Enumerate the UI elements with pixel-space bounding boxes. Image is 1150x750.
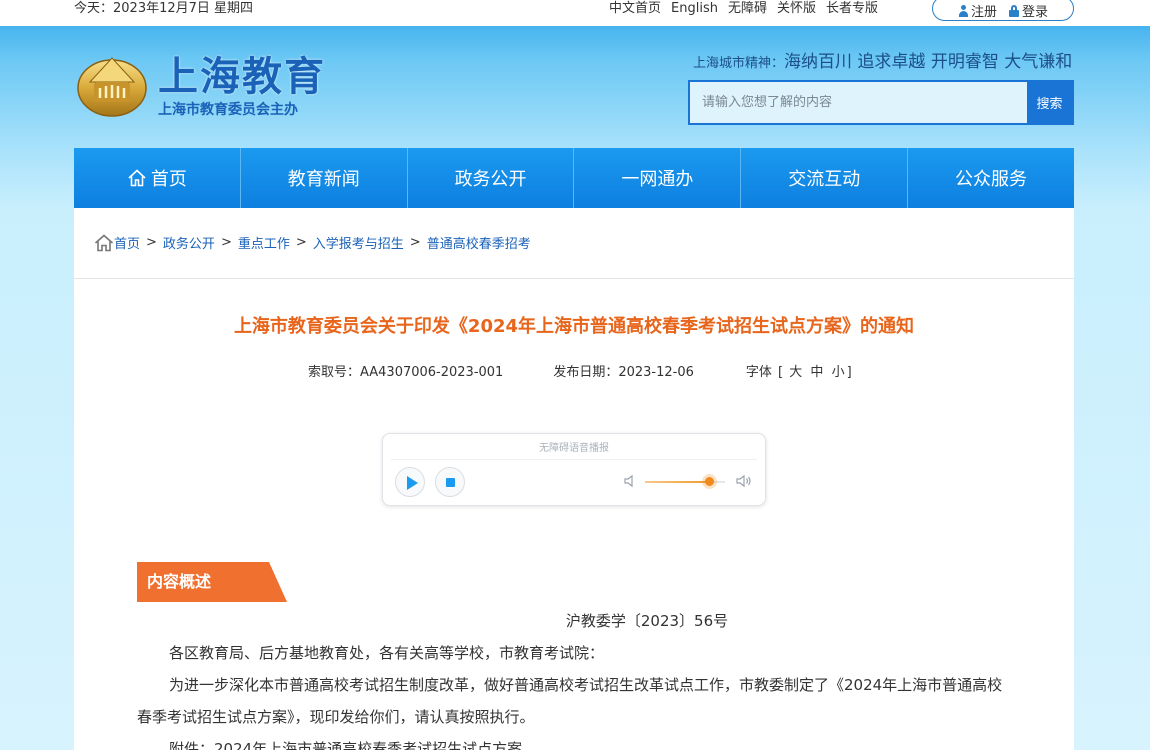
breadcrumb-spring-exam[interactable]: 普通高校春季招考 xyxy=(427,233,531,252)
article-meta: 索取号：AA4307006-2023-001 发布日期：2023-12-06 字… xyxy=(308,361,852,380)
search-input[interactable] xyxy=(690,82,1027,123)
link-elder-version[interactable]: 长者专版 xyxy=(826,0,878,18)
audio-player-caption: 无障碍语音播报 xyxy=(539,443,609,454)
content-panel: 首页 > 政务公开 > 重点工作 > 入学报考与招生 > 普通高校春季招考 上海… xyxy=(74,208,1074,750)
paragraph-body: 为进一步深化本市普通高校考试招生制度改革，做好普通高校考试招生改革试点工作，市教… xyxy=(137,676,1003,726)
site-logo-emblem-icon[interactable] xyxy=(76,52,148,118)
nav-home[interactable]: 首页 xyxy=(74,148,241,208)
section-tag-label: 内容概述 xyxy=(147,572,212,591)
breadcrumb-separator: > xyxy=(220,235,232,250)
breadcrumb: 首页 > 政务公开 > 重点工作 > 入学报考与招生 > 普通高校春季招考 xyxy=(94,233,531,252)
register-link[interactable]: 注册 xyxy=(958,0,997,20)
register-label: 注册 xyxy=(970,5,997,20)
breadcrumb-admissions[interactable]: 入学报考与招生 xyxy=(313,233,404,252)
city-spirit-label: 上海城市精神： xyxy=(693,56,785,71)
divider xyxy=(74,278,1074,279)
brand-title[interactable]: 上海教育 xyxy=(158,54,326,100)
divider xyxy=(391,459,757,460)
account-box: 注册 登录 xyxy=(932,0,1074,21)
lock-icon xyxy=(1009,4,1019,17)
nav-interaction[interactable]: 交流互动 xyxy=(741,148,909,208)
volume-high-icon xyxy=(736,474,751,488)
stop-button[interactable] xyxy=(435,467,465,497)
nav-online-services[interactable]: 一网通办 xyxy=(574,148,742,208)
font-size-large[interactable]: 大 xyxy=(789,365,802,380)
font-size-medium[interactable]: 中 xyxy=(810,365,823,380)
breadcrumb-separator: > xyxy=(146,235,157,250)
nav-government-affairs[interactable]: 政务公开 xyxy=(408,148,575,208)
nav-education-news[interactable]: 教育新闻 xyxy=(241,148,408,208)
top-bar: 今天：2023年12月7日 星期四 中文首页 English 无障碍 关怀版 长… xyxy=(0,0,1150,26)
login-link[interactable]: 登录 xyxy=(1009,0,1048,20)
search-bar: 搜索 xyxy=(688,80,1074,125)
user-icon xyxy=(958,4,969,17)
link-english[interactable]: English xyxy=(671,0,718,18)
volume-low-icon xyxy=(624,474,633,488)
link-accessibility[interactable]: 无障碍 xyxy=(728,0,767,18)
font-size-label: 字体 xyxy=(745,365,772,380)
link-care-version[interactable]: 关怀版 xyxy=(777,0,816,18)
paragraph-recipients: 各区教育局、后方基地教育处，各有关高等学校，市教育考试院： xyxy=(169,644,605,662)
font-size-small[interactable]: 小 xyxy=(832,365,845,380)
city-spirit-text: 海纳百川 追求卓越 开明睿智 大气谦和 xyxy=(784,52,1073,72)
volume-slider-fill xyxy=(645,481,709,483)
breadcrumb-separator: > xyxy=(409,235,421,250)
volume-slider[interactable] xyxy=(645,477,725,486)
city-spirit: 上海城市精神：海纳百川 追求卓越 开明睿智 大气谦和 xyxy=(693,51,1072,75)
index-number: 索取号：AA4307006-2023-001 xyxy=(308,365,504,380)
volume-slider-knob[interactable] xyxy=(705,477,714,486)
font-size-switcher: 字体 [ 大 中 小] xyxy=(745,365,852,380)
home-icon xyxy=(128,169,146,187)
article-title: 上海市教育委员会关于印发《2024年上海市普通高校春季考试招生试点方案》的通知 xyxy=(233,316,915,337)
breadcrumb-government-affairs[interactable]: 政务公开 xyxy=(163,233,215,252)
brand-subtitle: 上海市教育委员会主办 xyxy=(158,102,298,118)
nav-public-services[interactable]: 公众服务 xyxy=(908,148,1074,208)
breadcrumb-separator: > xyxy=(295,235,307,250)
nav-home-label: 首页 xyxy=(150,169,187,190)
home-icon xyxy=(94,233,114,251)
document-number: 沪教委学〔2023〕56号 xyxy=(565,612,729,630)
login-label: 登录 xyxy=(1022,5,1049,20)
section-tag: 内容概述 xyxy=(137,562,287,602)
search-button[interactable]: 搜索 xyxy=(1027,82,1072,123)
current-date: 今天：2023年12月7日 星期四 xyxy=(74,1,254,16)
audio-player: 无障碍语音播报 xyxy=(382,433,766,506)
paragraph-attachment: 附件：2024年上海市普通高校春季考试招生试点方案 xyxy=(169,740,523,750)
play-button[interactable] xyxy=(395,467,425,497)
link-chinese-home[interactable]: 中文首页 xyxy=(609,0,661,18)
main-nav: 首页 教育新闻 政务公开 一网通办 交流互动 公众服务 xyxy=(74,148,1074,208)
breadcrumb-home[interactable]: 首页 xyxy=(114,233,140,252)
breadcrumb-key-work[interactable]: 重点工作 xyxy=(238,233,290,252)
top-links: 中文首页 English 无障碍 关怀版 长者专版 xyxy=(609,0,888,18)
publish-date: 发布日期：2023-12-06 xyxy=(553,365,694,380)
